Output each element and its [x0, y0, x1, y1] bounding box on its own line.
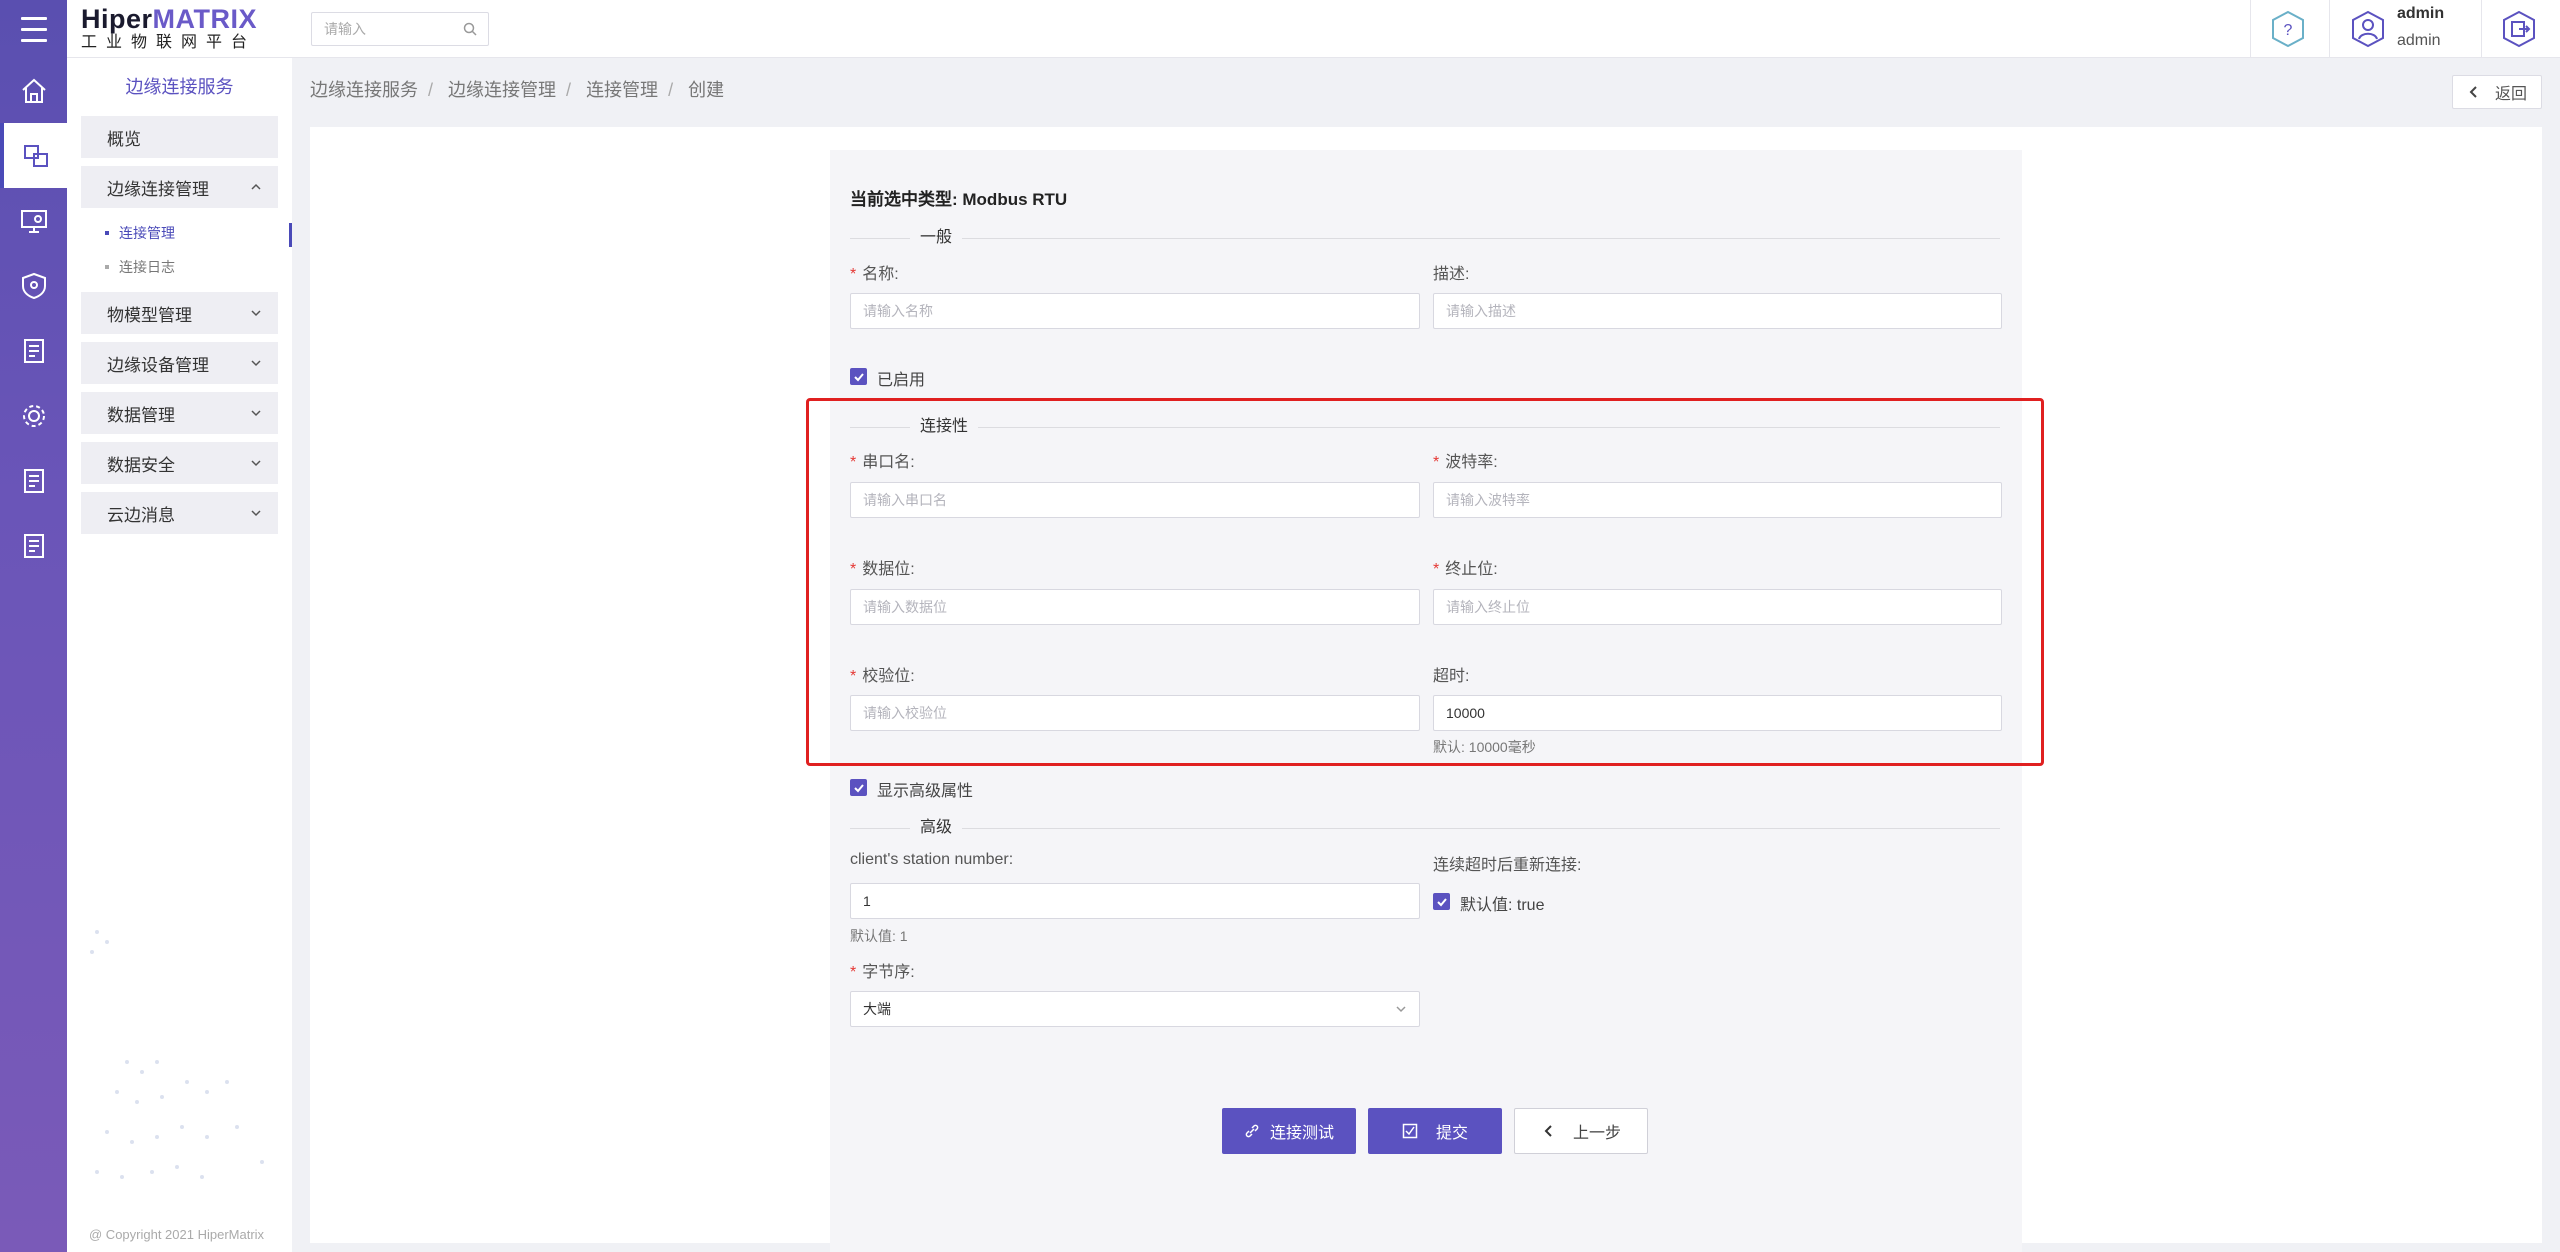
- show-advanced-label: 显示高级属性: [877, 783, 974, 800]
- station-field: [850, 883, 1420, 919]
- submit-button[interactable]: 提交: [1368, 1108, 1502, 1154]
- hamburger-menu-icon[interactable]: [0, 0, 67, 58]
- chevron-left-icon: [1544, 1125, 1552, 1137]
- enabled-checkbox[interactable]: [850, 368, 867, 385]
- top-header: HiperMATRIX 工业物联网平台 ? admin admin: [67, 0, 2560, 58]
- chevron-down-icon: [251, 410, 261, 417]
- svg-text:?: ?: [2284, 22, 2293, 39]
- search-icon[interactable]: [462, 21, 478, 37]
- check-square-icon: [1402, 1123, 1418, 1139]
- sidebar-item-model-mgmt[interactable]: 物模型管理: [81, 292, 278, 334]
- logo: HiperMATRIX 工业物联网平台: [81, 4, 258, 51]
- station-hint: 默认值: 1: [850, 928, 908, 944]
- sidebar-item-overview[interactable]: 概览: [81, 116, 278, 158]
- desc-label: 描述:: [1433, 266, 1470, 283]
- back-button[interactable]: 返回: [2452, 75, 2542, 109]
- section-advanced: 高级: [850, 818, 2000, 838]
- settings-gear-icon[interactable]: [0, 383, 67, 448]
- sidebar-item-edge-conn-mgmt[interactable]: 边缘连接管理: [81, 166, 278, 208]
- user-avatar-icon[interactable]: [2348, 9, 2388, 49]
- sidebar-item-data-security[interactable]: 数据安全: [81, 442, 278, 484]
- name-field: [850, 293, 1420, 329]
- doc-icon[interactable]: [0, 448, 67, 513]
- chevron-down-icon: [251, 460, 261, 467]
- reconnect-checkbox[interactable]: [1433, 893, 1450, 910]
- search-input[interactable]: [312, 13, 452, 45]
- monitor-icon[interactable]: [0, 188, 67, 253]
- chevron-up-icon: [251, 183, 261, 190]
- desc-field: [1433, 293, 2002, 329]
- reconnect-default: 默认值: true: [1460, 897, 1545, 914]
- doc-icon[interactable]: [0, 318, 67, 383]
- sidebar-sub-conn-mgmt[interactable]: 连接管理: [105, 216, 292, 250]
- chevron-down-icon: [251, 510, 261, 517]
- doc-icon[interactable]: [0, 513, 67, 578]
- chevron-left-icon: [2469, 86, 2477, 98]
- sidebar-title: 边缘连接服务: [125, 77, 234, 97]
- breadcrumb: 边缘连接服务 / 边缘连接管理 / 连接管理 / 创建: [310, 80, 725, 100]
- user-role: admin: [2397, 32, 2441, 49]
- logout-icon[interactable]: [2499, 9, 2539, 49]
- sidebar-item-device-mgmt[interactable]: 边缘设备管理: [81, 342, 278, 384]
- breadcrumb-item[interactable]: 连接管理: [586, 80, 658, 100]
- sidebar-item-cloud-edge-msg[interactable]: 云边消息: [81, 492, 278, 534]
- chevron-down-icon: [1396, 1006, 1406, 1013]
- help-icon[interactable]: ?: [2268, 9, 2308, 49]
- station-input[interactable]: [851, 884, 1419, 918]
- copyright: @ Copyright 2021 HiperMatrix: [89, 1227, 265, 1242]
- breadcrumb-current: 创建: [688, 80, 725, 100]
- chevron-down-icon: [251, 310, 261, 317]
- name-input[interactable]: [851, 294, 1419, 328]
- breadcrumb-item[interactable]: 边缘连接服务: [310, 80, 418, 100]
- name-label: * 名称:: [850, 266, 899, 283]
- selected-type-label: 当前选中类型: Modbus RTU: [850, 190, 1068, 209]
- decorative-dots: [90, 930, 264, 1179]
- station-label: client's station number:: [850, 851, 1014, 868]
- prev-step-button[interactable]: 上一步: [1514, 1108, 1648, 1154]
- user-name[interactable]: admin: [2397, 5, 2444, 23]
- test-connection-button[interactable]: 连接测试: [1222, 1108, 1356, 1154]
- edge-connect-icon[interactable]: [0, 123, 67, 188]
- sidebar: 边缘连接服务 概览 边缘连接管理 连接管理 连接日志 物模型管理 边缘设备管理 …: [67, 58, 292, 1252]
- show-advanced-checkbox[interactable]: [850, 779, 867, 796]
- highlight-box: [806, 398, 2044, 766]
- byteorder-select[interactable]: 大端: [850, 991, 1420, 1027]
- breadcrumb-item[interactable]: 边缘连接管理: [448, 80, 556, 100]
- desc-input[interactable]: [1434, 294, 2001, 328]
- link-icon: [1245, 1124, 1259, 1138]
- home-icon[interactable]: [0, 58, 67, 123]
- sidebar-item-data-mgmt[interactable]: 数据管理: [81, 392, 278, 434]
- reconnect-label: 连续超时后重新连接:: [1433, 857, 1582, 874]
- byteorder-label: * 字节序:: [850, 964, 915, 981]
- shield-icon[interactable]: [0, 253, 67, 318]
- header-search: [311, 12, 489, 46]
- section-general: 一般: [850, 228, 2000, 248]
- chevron-down-icon: [251, 360, 261, 367]
- left-icon-rail: [0, 0, 67, 1252]
- enabled-label: 已启用: [877, 372, 926, 389]
- sidebar-sub-conn-log[interactable]: 连接日志: [105, 250, 292, 284]
